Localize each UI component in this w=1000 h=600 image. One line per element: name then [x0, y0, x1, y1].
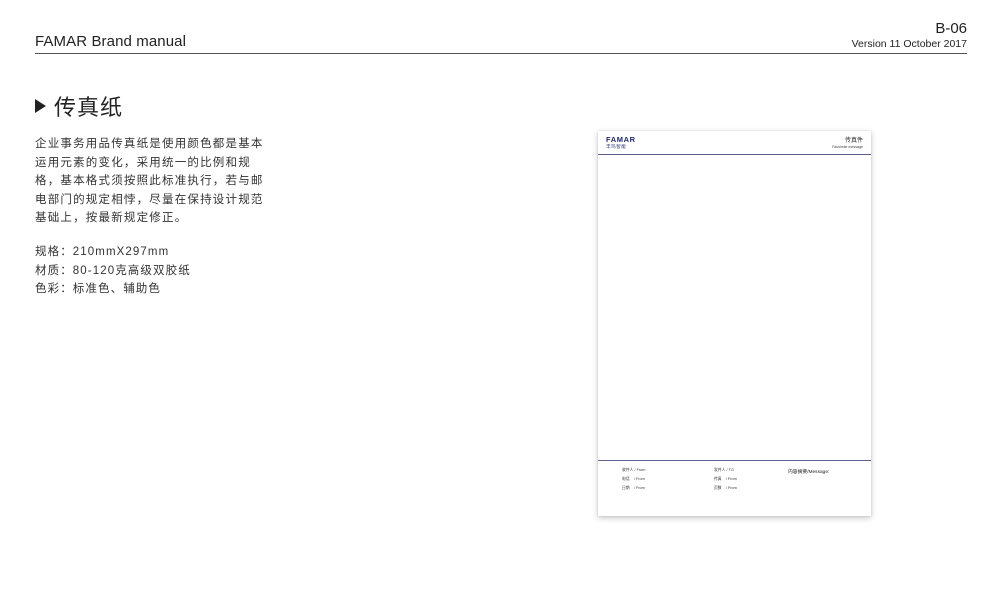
spec-size: 规格：210mmX297mm — [35, 246, 170, 258]
fax-footer-rule — [598, 460, 871, 461]
spec-material: 材质：80-120克高级双胶纸 — [35, 264, 191, 277]
fax-field-sender: 发件人 / TO — [714, 468, 734, 472]
fax-field-recipient: 收件人 / From — [622, 468, 646, 472]
fax-title-en: Facsimile message — [832, 145, 863, 149]
section-title: 传真纸 — [54, 95, 124, 120]
triangle-bullet-icon — [35, 99, 46, 113]
fax-message-label: 内容摘要/Message: — [788, 470, 830, 475]
fax-title-cn: 传真件 — [844, 138, 863, 144]
section-description: 企业事务用品传真纸是使用颜色都是基本运用元素的变化，采用统一的比例和规格，基本格… — [35, 138, 264, 224]
famar-logo: FAMAR 丰玛智能 — [606, 136, 636, 150]
fax-heading: 传真件 Facsimile message — [832, 138, 863, 150]
spec-list: 规格：210mmX297mm 材质：80-120克高级双胶纸 色彩：标准色、辅助… — [35, 243, 191, 299]
spec-color: 色彩：标准色、辅助色 — [35, 283, 161, 295]
header-divider — [35, 53, 967, 54]
brand-manual-title: FAMAR Brand manual — [35, 33, 187, 50]
fax-field-phone: 电话 / From — [622, 477, 645, 481]
version-date: Version 11 October 2017 — [851, 38, 967, 50]
logo-wordmark: FAMAR — [606, 135, 636, 144]
fax-header-rule — [598, 154, 871, 155]
page-code: B-06 — [935, 20, 967, 37]
fax-sheet-mockup: FAMAR 丰玛智能 传真件 Facsimile message 收件人 / F… — [598, 131, 871, 516]
fax-field-pages: 页数 / From — [714, 486, 737, 490]
fax-field-date: 日期 / From — [622, 486, 645, 490]
logo-chinese: 丰玛智能 — [606, 144, 627, 149]
fax-field-fax: 传真 / From — [714, 477, 737, 481]
section-heading: 传真纸 — [35, 90, 123, 122]
